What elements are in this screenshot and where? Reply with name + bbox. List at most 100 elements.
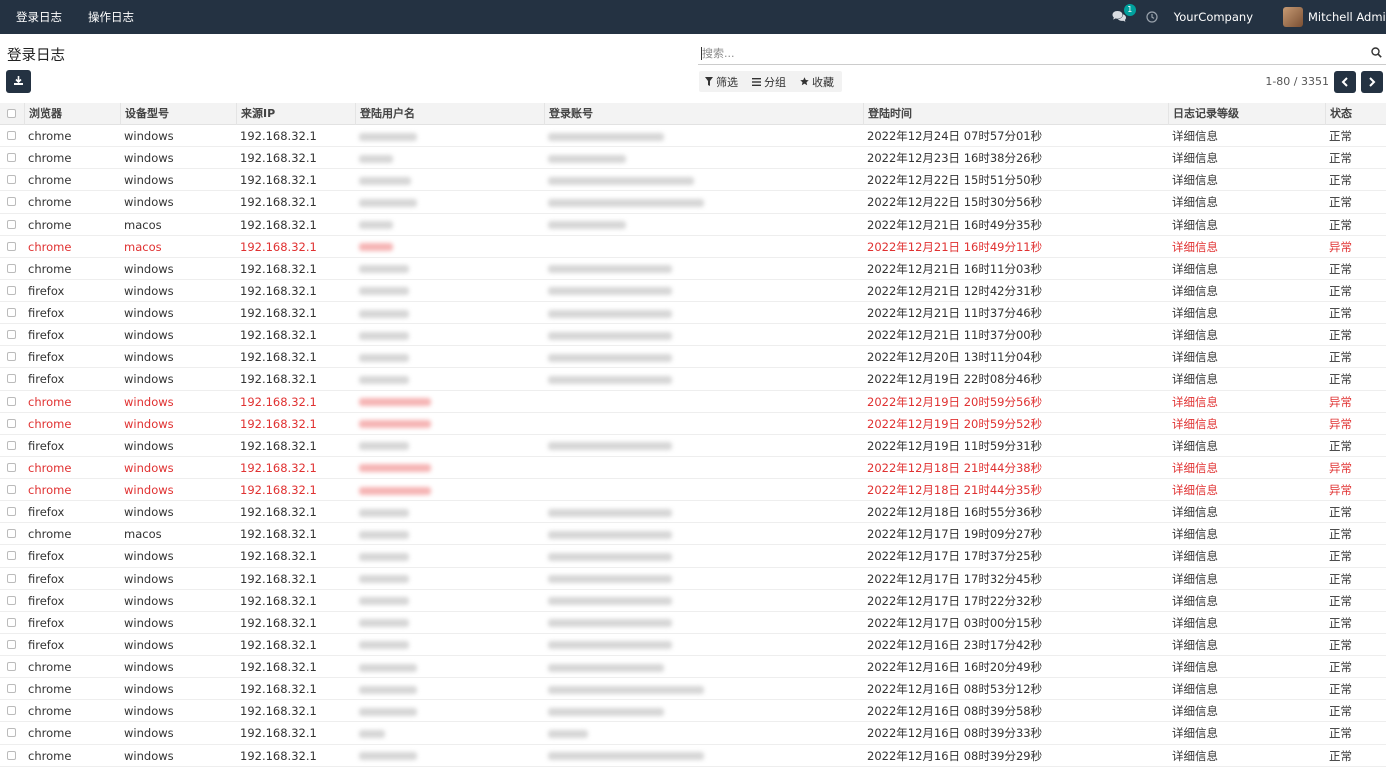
table-row[interactable]: firefox windows 192.168.32.1 2022年12月16日 23…	[0, 634, 1386, 656]
row-checkbox[interactable]	[7, 684, 16, 694]
row-checkbox[interactable]	[7, 153, 16, 163]
row-checkbox[interactable]	[7, 197, 16, 207]
messages-icon[interactable]: 1	[1112, 4, 1136, 24]
table-row[interactable]: chrome windows 192.168.32.1 2022年12月18日 21时…	[0, 457, 1386, 479]
row-checkbox[interactable]	[7, 219, 16, 229]
row-checkbox[interactable]	[7, 551, 16, 561]
table-row[interactable]: chrome windows 192.168.32.1 2022年12月19日 20时…	[0, 391, 1386, 413]
row-checkbox[interactable]	[7, 617, 16, 627]
group-by-button[interactable]: 分组	[752, 74, 786, 90]
table-row[interactable]: chrome windows 192.168.32.1 2022年12月16日 08时…	[0, 722, 1386, 745]
cell-login-time: 2022年12月18日 16时55分36秒	[867, 505, 1043, 520]
row-checkbox[interactable]	[7, 639, 16, 649]
pager-value[interactable]: 1-80 / 3351	[1265, 75, 1329, 88]
row-checkbox[interactable]	[7, 462, 16, 472]
cell-status: 正常	[1329, 261, 1352, 276]
row-checkbox[interactable]	[7, 662, 16, 671]
redacted-account	[548, 132, 664, 141]
table-row[interactable]: chrome windows 192.168.32.1 2022年12月16日 08时…	[0, 745, 1386, 767]
table-row[interactable]: firefox windows 192.168.32.1 2022年12月18日 16…	[0, 501, 1386, 524]
row-checkbox[interactable]	[7, 352, 16, 362]
row-checkbox[interactable]	[7, 573, 16, 583]
table-row[interactable]: chrome windows 192.168.32.1 2022年12月19日 20时…	[0, 413, 1386, 435]
row-checkbox[interactable]	[7, 529, 16, 539]
redacted-account	[548, 287, 672, 296]
column-header-status[interactable]: 状态	[1325, 103, 1386, 125]
table-row[interactable]: chrome windows 192.168.32.1 2022年12月16日 08时…	[0, 678, 1386, 701]
cell-browser: firefox	[28, 438, 65, 453]
redacted-account	[548, 707, 664, 716]
cell-account	[548, 612, 672, 634]
table-row[interactable]: firefox windows 192.168.32.1 2022年12月21日 11…	[0, 324, 1386, 347]
row-checkbox[interactable]	[7, 175, 16, 185]
row-checkbox[interactable]	[7, 440, 16, 450]
row-checkbox[interactable]	[7, 131, 16, 140]
column-header-log-level[interactable]: 日志记录等级	[1168, 103, 1325, 125]
row-checkbox[interactable]	[7, 728, 16, 738]
row-checkbox[interactable]	[7, 750, 16, 760]
search-input[interactable]	[698, 43, 1338, 63]
pager-next-button[interactable]	[1361, 71, 1383, 93]
table-row[interactable]: firefox windows 192.168.32.1 2022年12月17日 17…	[0, 568, 1386, 590]
table-row[interactable]: chrome windows 192.168.32.1 2022年12月16日 08时…	[0, 700, 1386, 723]
search-icon[interactable]	[1371, 47, 1382, 61]
row-checkbox[interactable]	[7, 308, 16, 317]
table-row[interactable]: chrome windows 192.168.32.1 2022年12月16日 16时…	[0, 656, 1386, 679]
column-header-browser[interactable]: 浏览器	[24, 103, 120, 125]
table-row[interactable]: firefox windows 192.168.32.1 2022年12月21日 12…	[0, 280, 1386, 302]
table-row[interactable]: chrome windows 192.168.32.1 2022年12月23日 16时…	[0, 147, 1386, 170]
table-row[interactable]: firefox windows 192.168.32.1 2022年12月19日 22…	[0, 368, 1386, 391]
row-checkbox[interactable]	[7, 263, 16, 273]
row-checkbox[interactable]	[7, 374, 16, 384]
row-checkbox[interactable]	[7, 241, 16, 251]
table-row[interactable]: chrome windows 192.168.32.1 2022年12月22日 15时…	[0, 191, 1386, 214]
cell-login-time: 2022年12月21日 11时37分00秒	[867, 328, 1043, 343]
cell-account	[548, 745, 704, 767]
menu-item-login-log[interactable]: 登录日志	[16, 9, 62, 25]
table-row[interactable]: firefox windows 192.168.32.1 2022年12月17日 17…	[0, 545, 1386, 568]
row-checkbox[interactable]	[7, 595, 16, 605]
select-all-checkbox[interactable]	[7, 109, 16, 118]
column-header-login-time[interactable]: 登陆时间	[863, 103, 1168, 125]
cell-device: windows	[124, 637, 174, 652]
cell-login-time: 2022年12月19日 22时08分46秒	[867, 372, 1043, 387]
row-checkbox[interactable]	[7, 330, 16, 340]
table-row[interactable]: chrome windows 192.168.32.1 2022年12月21日 16时…	[0, 258, 1386, 280]
table-row[interactable]: chrome windows 192.168.32.1 2022年12月18日 21时…	[0, 479, 1386, 502]
cell-account	[548, 545, 672, 567]
table-row[interactable]: firefox windows 192.168.32.1 2022年12月17日 03…	[0, 612, 1386, 634]
filter-button[interactable]: 筛选	[705, 74, 738, 90]
redacted-username	[359, 287, 409, 296]
row-checkbox[interactable]	[7, 706, 16, 716]
pager-previous-button[interactable]	[1334, 71, 1356, 93]
cell-username	[359, 302, 409, 324]
row-checkbox[interactable]	[7, 396, 16, 406]
user-avatar[interactable]	[1283, 7, 1303, 27]
column-header-username[interactable]: 登陆用户名	[355, 103, 544, 125]
user-menu[interactable]: Mitchell Admin	[1308, 10, 1386, 24]
row-checkbox[interactable]	[7, 418, 16, 428]
cell-ip: 192.168.32.1	[240, 239, 317, 254]
table-row[interactable]: chrome macos 192.168.32.1 2022年12月17日 19时09…	[0, 523, 1386, 546]
table-row[interactable]: chrome windows 192.168.32.1 2022年12月24日 07时…	[0, 125, 1386, 148]
table-row[interactable]: chrome windows 192.168.32.1 2022年12月22日 15时…	[0, 169, 1386, 192]
column-header-ip[interactable]: 来源IP	[236, 103, 355, 125]
export-button[interactable]	[6, 70, 31, 93]
table-row[interactable]: firefox windows 192.168.32.1 2022年12月19日 11…	[0, 435, 1386, 457]
table-row[interactable]: firefox windows 192.168.32.1 2022年12月17日 17…	[0, 590, 1386, 612]
company-switcher[interactable]: YourCompany	[1174, 10, 1253, 24]
row-checkbox[interactable]	[7, 285, 16, 295]
table-row[interactable]: chrome macos 192.168.32.1 2022年12月21日 16时49…	[0, 236, 1386, 258]
menu-item-operation-log[interactable]: 操作日志	[88, 9, 134, 25]
favorites-button[interactable]: 收藏	[800, 74, 834, 90]
column-header-device[interactable]: 设备型号	[120, 103, 236, 125]
row-checkbox[interactable]	[7, 507, 16, 517]
cell-device: windows	[124, 660, 174, 674]
table-row[interactable]: firefox windows 192.168.32.1 2022年12月21日 11…	[0, 302, 1386, 325]
row-checkbox[interactable]	[7, 485, 16, 494]
table-row[interactable]: firefox windows 192.168.32.1 2022年12月20日 13…	[0, 346, 1386, 369]
column-header-account[interactable]: 登录账号	[544, 103, 863, 125]
table-row[interactable]: chrome macos 192.168.32.1 2022年12月21日 16时49…	[0, 214, 1386, 236]
cell-ip: 192.168.32.1	[240, 394, 317, 409]
activity-clock-icon[interactable]	[1146, 11, 1158, 23]
